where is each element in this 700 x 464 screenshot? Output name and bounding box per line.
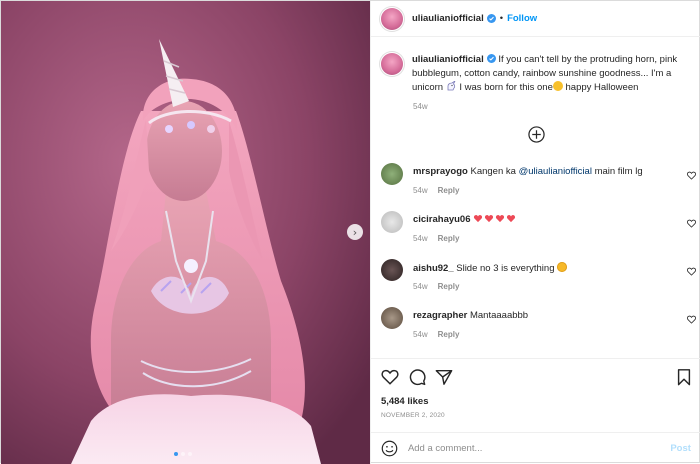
comment-body: rezagrapher Mantaaaabbb (413, 310, 528, 321)
comment-username[interactable]: cicirahayu06 (413, 214, 471, 225)
carousel-indicator (174, 452, 192, 456)
comment-username[interactable]: rezagrapher (413, 310, 467, 321)
tongue-emoji-icon (552, 81, 563, 91)
comment-timestamp: 54w (412, 282, 428, 291)
bookmark-icon[interactable] (675, 368, 693, 386)
likes-count[interactable]: 5,484 likes (381, 396, 429, 407)
reply-button[interactable]: Reply (438, 282, 460, 291)
comment-meta: 54w Reply (413, 330, 459, 339)
heart-emoji-row (473, 214, 517, 225)
caption-timestamp: 54w (412, 102, 428, 111)
share-icon[interactable] (435, 368, 453, 386)
heart-icon[interactable] (686, 315, 696, 324)
heart-icon[interactable] (686, 267, 696, 276)
author-username[interactable]: uliaulianiofficial (412, 13, 484, 24)
comment-username[interactable]: mrsprayogo (413, 166, 468, 177)
add-comment-input[interactable] (407, 443, 658, 454)
emoji-icon[interactable] (381, 440, 398, 457)
comment-meta: 54w Reply (413, 234, 459, 243)
post-date: NOVEMBER 2, 2020 (380, 412, 445, 419)
author-avatar[interactable] (380, 7, 403, 30)
header-separator: • (499, 13, 504, 24)
caption-username[interactable]: uliaulianiofficial (412, 54, 484, 65)
carousel-dot-active (174, 452, 178, 456)
red-heart-emoji-icon (474, 215, 483, 223)
caption-text: uliaulianiofficial If you can't tell by … (412, 53, 691, 95)
chevron-right-icon: › (352, 225, 358, 239)
comment-icon[interactable] (408, 368, 426, 386)
comment-body: aishu92_ Slide no 3 is everything (413, 262, 568, 274)
load-more-comments-button[interactable] (528, 126, 545, 143)
commenter-avatar[interactable] (380, 259, 403, 281)
reply-button[interactable]: Reply (438, 234, 460, 243)
follow-button[interactable]: Follow (507, 13, 537, 24)
post-details-panel: uliaulianiofficial • Follow uliaulianiof… (369, 1, 700, 464)
commenter-avatar[interactable] (380, 163, 403, 185)
comment-text-after: main film lg (591, 166, 643, 177)
comment-item: cicirahayu06 54w Reply (380, 211, 696, 251)
post-header: uliaulianiofficial • Follow (370, 1, 700, 37)
comment-text: Mantaaaabbb (469, 310, 529, 321)
red-heart-emoji-icon (507, 215, 516, 223)
caption-body-end: I was born for this one (456, 82, 553, 93)
post-photo[interactable]: › (1, 1, 370, 464)
heart-icon[interactable] (686, 171, 696, 180)
reply-button[interactable]: Reply (438, 330, 460, 339)
comment-item: mrsprayogo Kangen ka @uliaulianiofficial… (380, 163, 696, 203)
red-heart-emoji-icon (485, 215, 494, 223)
comment-text: Kangen ka (470, 166, 519, 177)
like-heart-icon[interactable] (381, 368, 399, 386)
instagram-post: › uliaulianiofficial • Follow uliauliani… (0, 0, 700, 464)
comment-item: rezagrapher Mantaaaabbb 54w Reply (380, 307, 696, 347)
red-heart-emoji-icon (496, 215, 505, 223)
comment-timestamp: 54w (412, 186, 428, 195)
comment-timestamp: 54w (412, 234, 428, 243)
heart-icon[interactable] (686, 219, 696, 228)
comment-meta: 54w Reply (413, 282, 459, 291)
reply-button[interactable]: Reply (438, 186, 460, 195)
unicorn-emoji-icon (447, 79, 456, 91)
comment-meta: 54w Reply (413, 186, 459, 195)
comment-body: mrsprayogo Kangen ka @uliaulianiofficial… (413, 166, 643, 177)
comment-body: cicirahayu06 (413, 214, 517, 225)
comment-text: Slide no 3 is everything (456, 263, 558, 274)
comment-mention[interactable]: @uliaulianiofficial (519, 166, 592, 177)
carousel-dot (188, 452, 192, 456)
comment-timestamp: 54w (412, 330, 428, 339)
post-comment-button[interactable]: Post (670, 443, 691, 454)
commenter-avatar[interactable] (380, 211, 403, 233)
star-eyes-emoji-icon (557, 262, 568, 272)
verified-badge-icon (486, 54, 496, 63)
verified-badge-icon (486, 14, 496, 23)
commenter-avatar[interactable] (380, 307, 403, 329)
comment-composer: Post (370, 432, 700, 464)
photo-illustration (1, 1, 370, 464)
comment-username[interactable]: aishu92_ (413, 263, 454, 274)
comment-item: aishu92_ Slide no 3 is everything 54w Rep… (380, 259, 696, 299)
post-caption: uliaulianiofficial If you can't tell by … (380, 53, 691, 95)
carousel-dot (181, 452, 185, 456)
caption-body-tail: happy Halloween (562, 82, 639, 93)
caption-author-avatar[interactable] (380, 53, 403, 75)
next-slide-button[interactable]: › (347, 224, 363, 240)
